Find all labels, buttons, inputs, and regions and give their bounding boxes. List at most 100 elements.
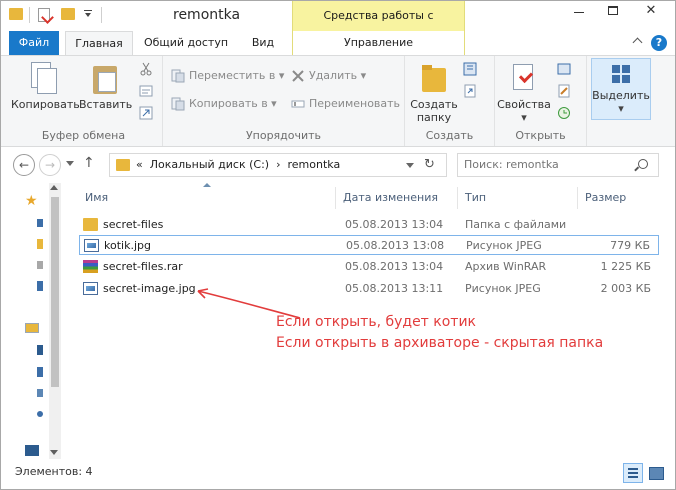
search-input[interactable]	[464, 158, 634, 171]
file-row-secret-files-rar[interactable]: secret-files.rar 05.08.2013 13:04 Архив …	[79, 257, 659, 277]
refresh-icon[interactable]: ↻	[424, 157, 435, 172]
image-icon	[83, 282, 98, 295]
select-label: Выделить	[592, 89, 650, 102]
file-date: 05.08.2013 13:04	[345, 260, 444, 273]
tab-view[interactable]: Вид	[237, 31, 289, 55]
new-folder-button[interactable]: Создать папку	[409, 62, 459, 124]
easy-access-icon[interactable]	[463, 84, 477, 98]
search-box[interactable]	[457, 153, 659, 177]
tab-share[interactable]: Общий доступ	[141, 31, 231, 55]
folder-icon[interactable]	[9, 8, 23, 20]
copy-icon	[29, 62, 57, 94]
column-divider[interactable]	[457, 187, 458, 209]
maximize-button[interactable]	[597, 1, 629, 23]
navigation-scrollbar[interactable]	[49, 183, 61, 459]
minimize-button[interactable]	[563, 1, 595, 23]
properties-icon	[510, 62, 538, 94]
file-name: kotik.jpg	[104, 239, 151, 252]
open-icon[interactable]	[557, 62, 571, 76]
favorites-star-icon[interactable]: ★	[25, 194, 39, 208]
address-dropdown-icon[interactable]	[406, 163, 414, 168]
file-name: secret-files.rar	[103, 260, 183, 273]
column-name[interactable]: Имя	[85, 191, 108, 204]
help-icon[interactable]: ?	[651, 35, 667, 51]
column-date[interactable]: Дата изменения	[343, 191, 438, 204]
rename-button[interactable]: Переименовать	[291, 94, 400, 114]
new-folder-icon	[420, 62, 448, 94]
delete-button[interactable]: Удалить ▾	[291, 66, 366, 86]
open-group: Свойства ▾ Открыть	[495, 56, 587, 146]
up-button[interactable]: ↑	[83, 155, 95, 171]
folder-icon	[83, 218, 98, 231]
file-date: 05.08.2013 13:11	[345, 282, 444, 295]
paste-shortcut-icon[interactable]	[139, 106, 153, 120]
select-button[interactable]: Выделить ▾	[591, 58, 651, 120]
breadcrumb-overflow[interactable]: «	[136, 158, 143, 171]
recent-places-icon[interactable]	[37, 261, 43, 269]
copy-button[interactable]: Копировать	[11, 62, 80, 111]
file-size: 2 003 КБ	[600, 282, 651, 295]
music-icon[interactable]	[37, 367, 43, 377]
cut-icon[interactable]	[139, 62, 153, 76]
copy-to-label: Копировать в	[189, 97, 268, 110]
recent-locations-icon[interactable]	[65, 159, 75, 169]
scroll-up-icon[interactable]	[50, 185, 58, 190]
close-icon: ✕	[645, 3, 657, 18]
documents-icon[interactable]	[37, 345, 43, 355]
desktop-folder-icon[interactable]	[37, 239, 43, 249]
column-headers: Имя Дата изменения Тип Размер	[63, 183, 675, 211]
scroll-down-icon[interactable]	[50, 450, 58, 455]
file-row-secret-image[interactable]: secret-image.jpg 05.08.2013 13:11 Рисуно…	[79, 279, 659, 299]
collapse-ribbon-icon[interactable]	[633, 37, 643, 47]
new-folder-label-2: папку	[416, 111, 452, 124]
title-bar: remontka Средства работы с рисунками ✕	[1, 1, 675, 52]
copy-path-icon[interactable]	[139, 84, 153, 98]
computer-icon[interactable]	[25, 445, 39, 456]
new-folder-quick-icon[interactable]	[61, 8, 75, 20]
videos-icon[interactable]	[37, 411, 43, 417]
move-to-icon	[171, 69, 185, 83]
libraries-icon[interactable]	[25, 323, 39, 333]
file-row-kotik[interactable]: kotik.jpg 05.08.2013 13:08 Рисунок JPEG …	[79, 235, 659, 255]
column-divider[interactable]	[335, 187, 336, 209]
column-divider[interactable]	[577, 187, 578, 209]
copy-to-icon	[171, 97, 185, 111]
library-icon[interactable]	[37, 281, 43, 291]
edit-icon[interactable]	[557, 84, 571, 98]
large-icons-view-icon[interactable]	[647, 464, 665, 482]
file-row-secret-files[interactable]: secret-files 05.08.2013 13:04 Папка с фа…	[79, 215, 659, 235]
column-size[interactable]: Размер	[585, 191, 626, 204]
search-icon[interactable]	[638, 159, 648, 169]
forward-button[interactable]: →	[39, 154, 61, 176]
customize-quick-access-icon[interactable]	[84, 8, 92, 18]
file-date: 05.08.2013 13:04	[345, 218, 444, 231]
maximize-icon	[608, 6, 618, 15]
downloads-icon[interactable]	[37, 219, 43, 227]
pictures-icon[interactable]	[37, 389, 43, 397]
properties-button[interactable]: Свойства ▾	[497, 62, 551, 124]
tab-file[interactable]: Файл	[9, 31, 59, 55]
details-view-icon[interactable]	[623, 463, 643, 483]
properties-label: Свойства	[497, 98, 551, 111]
new-item-icon[interactable]	[463, 62, 477, 76]
scrollbar-thumb[interactable]	[51, 197, 59, 387]
explorer-window: remontka Средства работы с рисунками ✕ Ф…	[0, 0, 676, 490]
breadcrumb-folder[interactable]: remontka	[287, 158, 340, 171]
quick-access-separator	[29, 7, 30, 23]
column-type[interactable]: Тип	[465, 191, 486, 204]
move-to-button[interactable]: Переместить в ▾	[171, 66, 284, 86]
breadcrumb-separator[interactable]: ›	[276, 158, 280, 171]
rar-icon	[83, 260, 98, 273]
properties-quick-icon[interactable]	[38, 8, 50, 22]
close-button[interactable]: ✕	[631, 1, 671, 23]
tab-manage[interactable]: Управление	[292, 31, 465, 55]
properties-dropdown-icon[interactable]: ▾	[497, 111, 551, 124]
back-button[interactable]: ←	[13, 154, 35, 176]
breadcrumb-disk[interactable]: Локальный диск (C:)	[150, 158, 269, 171]
file-name: secret-image.jpg	[103, 282, 196, 295]
history-icon[interactable]	[557, 106, 571, 120]
address-bar[interactable]: « Локальный диск (C:) › remontka ↻	[109, 153, 447, 177]
paste-button[interactable]: Вставить	[79, 62, 132, 111]
copy-to-button[interactable]: Копировать в ▾	[171, 94, 277, 114]
tab-home[interactable]: Главная	[65, 31, 133, 56]
